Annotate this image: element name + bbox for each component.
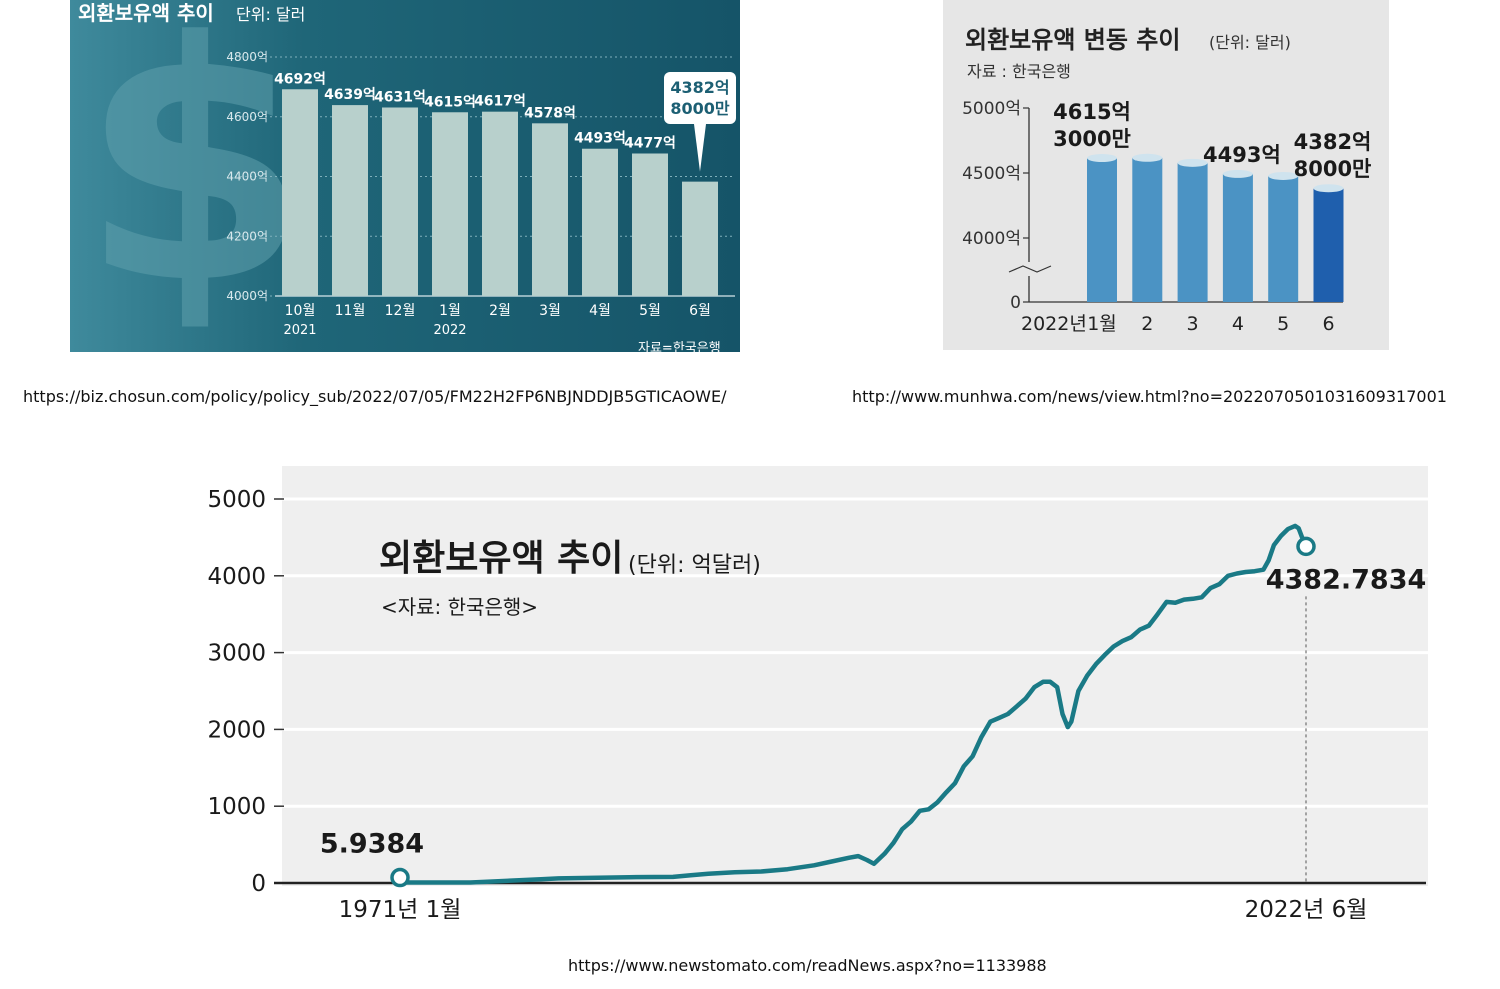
chart1-x-tick-label: 6월 — [689, 303, 711, 319]
chart3-source: <자료: 한국은행> — [381, 595, 538, 619]
chart1-bar — [632, 153, 668, 296]
chart1-bar — [532, 123, 568, 296]
chart1-value-label: 4617억 — [474, 94, 526, 110]
chart3-start-marker — [390, 867, 410, 888]
chart2-svg: 외환보유액 변동 추이 (단위: 달러) 자료 : 한국은행 04000억450… — [943, 0, 1389, 350]
chart1-value-label: 4615억 — [424, 94, 476, 110]
chart3-title: 외환보유액 추이 — [379, 538, 623, 579]
chart2-value-label: 4493억 — [1203, 143, 1281, 167]
chart3-x-tick-label: 2022년 6월 — [1245, 897, 1368, 923]
chart3-y-tick-label: 4000 — [207, 564, 266, 590]
chart1-source: 자료=한국은행 — [638, 340, 721, 352]
chart1-x-tick-label: 3월 — [539, 303, 561, 319]
chart2-y-tick-label: 4000억 — [962, 229, 1021, 249]
chart1-bar — [332, 105, 368, 296]
chart2-bar — [1087, 158, 1117, 302]
chart2-x-tick-label: 6 — [1322, 313, 1334, 335]
chart2-bar — [1132, 157, 1163, 302]
chart-foreign-reserves-longterm-line: 0 1000 2000 3000 4000 5000 5.9384 4382.7834 197… — [182, 448, 1458, 946]
chart1-x-tick-label: 10월 — [285, 303, 316, 319]
chart3-end-marker — [1296, 536, 1316, 557]
chart3-unit: (단위: 억달러) — [628, 553, 761, 578]
chart1-x-tick-label: 1월 — [439, 303, 461, 319]
chart2-bar — [1268, 175, 1299, 302]
chart1-year-label: 2022 — [433, 323, 466, 338]
chart3-y-tick-label: 3000 — [207, 641, 266, 667]
chart1-year-label: 2021 — [283, 323, 316, 338]
chart3-start-label: 5.9384 — [320, 829, 424, 860]
chart2-x-tick-label: 2 — [1141, 313, 1153, 335]
chart2-bar-cap — [1132, 153, 1163, 162]
chart1-bar — [582, 148, 618, 296]
source-url-munhwa[interactable]: http://www.munhwa.com/news/view.html?no=… — [852, 387, 1447, 406]
chart1-x-tick-label: 5월 — [639, 303, 661, 319]
chart3-y-tick-label: 0 — [251, 871, 266, 897]
chart2-bar-cap — [1087, 154, 1117, 163]
chart1-callout-text: 8000만 — [670, 99, 730, 118]
chart3-y-tick-label: 2000 — [207, 717, 266, 743]
chart1-y-tick-label: 4000억 — [226, 289, 268, 303]
chart2-x-tick-label: 3 — [1187, 313, 1199, 335]
chart3-x-tick-label: 1971년 1월 — [339, 897, 462, 923]
chart1-y-tick-label: 4800억 — [226, 50, 268, 64]
chart2-source: 자료 : 한국은행 — [967, 62, 1071, 81]
chart1-value-label: 4631억 — [374, 89, 426, 105]
chart2-y-tick-label: 4500억 — [962, 164, 1021, 184]
chart1-value-label: 4578억 — [524, 105, 576, 121]
chart1-value-label: 4493억 — [574, 131, 626, 147]
chart2-value-label: 4382억 — [1294, 130, 1372, 154]
chart2-x-tick-label: 4 — [1232, 313, 1244, 335]
chart2-value-label: 8000만 — [1294, 157, 1372, 181]
chart-foreign-reserves-monthly-dark: $ 4000억 4200억 4400억 4600억 4800억 4692억 10월 2021… — [70, 0, 740, 356]
chart2-x-tick-label: 5 — [1277, 313, 1289, 335]
chart2-unit: (단위: 달러) — [1209, 33, 1291, 52]
chart3-svg: 0 1000 2000 3000 4000 5000 5.9384 4382.7834 197… — [182, 448, 1458, 946]
chart2-value-label: 4615억 — [1053, 100, 1131, 124]
chart1-bar — [482, 111, 518, 296]
chart2-y-tick-label: 0 — [1010, 293, 1021, 313]
chart1-y-tick-label: 4200억 — [226, 229, 268, 243]
chart1-y-tick-label: 4600억 — [226, 110, 268, 124]
chart1-svg: $ 4000억4200억4400억4600억4800억 4692억10월2021… — [70, 0, 740, 356]
chart1-unit: 단위: 달러 — [236, 5, 305, 24]
chart1-value-label: 4692억 — [274, 71, 326, 87]
chart1-bar — [682, 181, 718, 296]
chart1-y-tick-label: 4400억 — [226, 170, 268, 184]
source-url-chosun[interactable]: https://biz.chosun.com/policy/policy_sub… — [23, 387, 726, 406]
chart1-callout-text: 4382억 — [670, 78, 729, 97]
chart1-x-tick-label: 4월 — [589, 303, 611, 319]
chart3-plot-panel — [282, 466, 1428, 886]
chart2-bar — [1313, 188, 1344, 302]
chart3-y-tick-label: 1000 — [207, 794, 266, 820]
chart1-x-tick-label: 11월 — [335, 303, 366, 319]
chart2-x-prefix: 2022년 — [1021, 313, 1087, 335]
chart2-bar-cap — [1313, 184, 1344, 193]
chart1-x-tick-label: 2월 — [489, 303, 511, 319]
chart1-value-label: 4639억 — [324, 87, 376, 103]
chart2-bar — [1222, 173, 1253, 302]
chart2-value-label: 3000만 — [1053, 127, 1131, 151]
chart2-y-tick-label: 5000억 — [962, 99, 1021, 119]
chart2-bar-cap — [1222, 169, 1253, 178]
chart1-bar — [382, 107, 418, 297]
chart3-y-tick-label: 5000 — [207, 487, 266, 513]
chart1-bar — [432, 112, 468, 296]
chart2-bar — [1177, 162, 1208, 302]
chart2-x-tick-label: 1월 — [1087, 313, 1117, 335]
chart1-x-tick-label: 12월 — [385, 303, 416, 319]
chart1-value-label: 4477억 — [624, 135, 676, 151]
chart1-bar — [282, 89, 318, 296]
chart3-end-label: 4382.7834 — [1266, 564, 1427, 595]
source-url-newstomato[interactable]: https://www.newstomato.com/readNews.aspx… — [568, 956, 1047, 975]
chart-foreign-reserves-change-light: 외환보유액 변동 추이 (단위: 달러) 자료 : 한국은행 0 4000억 450… — [943, 0, 1389, 350]
chart1-title: 외환보유액 추이 — [78, 1, 214, 25]
chart2-title: 외환보유액 변동 추이 — [965, 26, 1180, 54]
